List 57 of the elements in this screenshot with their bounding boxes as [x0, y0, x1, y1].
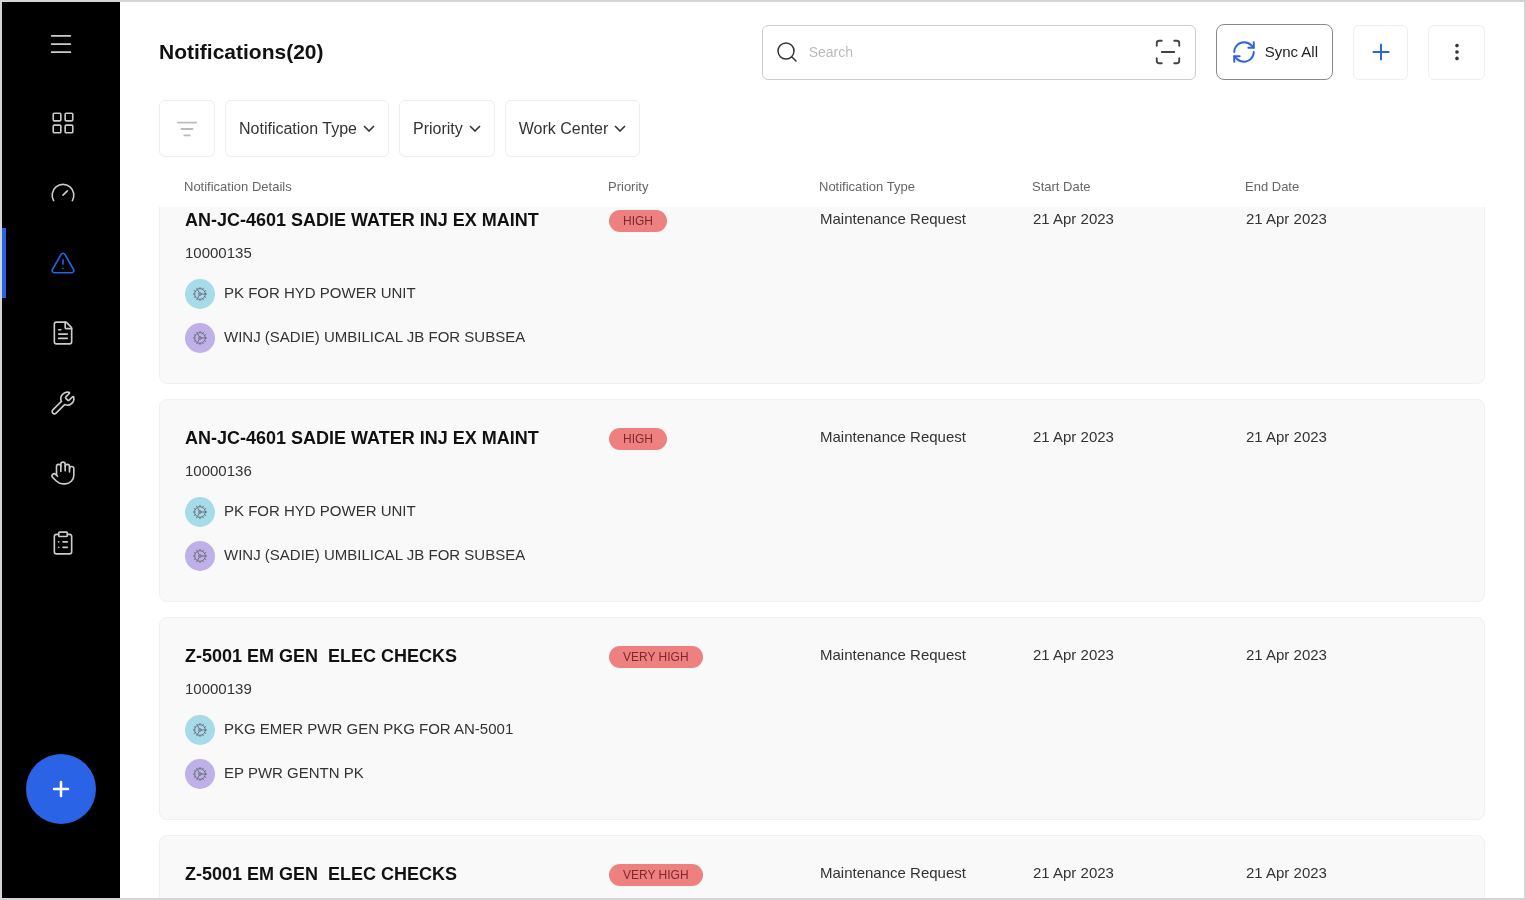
- filter-label: Priority: [413, 118, 463, 139]
- priority-badge: VERY HIGH: [609, 646, 703, 668]
- start-date: 21 Apr 2023: [1033, 209, 1115, 229]
- sync-icon: [1230, 39, 1257, 65]
- search-icon: [774, 40, 799, 64]
- notification-title: AN-JC-4601 SADIE WATER INJ EX MAINT: [185, 209, 539, 232]
- priority-badge: HIGH: [609, 428, 667, 450]
- filter-label: Notification Type: [239, 118, 357, 139]
- notification-number: 10000136: [185, 461, 252, 481]
- page-title: Notifications(20): [159, 39, 325, 66]
- search-input[interactable]: Search: [808, 41, 1143, 63]
- hand-icon: [50, 460, 76, 486]
- notification-card[interactable]: AN-JC-4601 SADIE WATER INJ EX MAINT 10000135 PK FOR HYD POWER UNIT WINJ (SADIE) UMBILICAL JB FOR SUBSEA HIGH Maintenance Request 21 Apr 2023 21 Apr 2023: [159, 207, 1485, 384]
- notification-card[interactable]: Z-5001 EM GEN ELEC CHECKS 10000139 PKG EMER PWR GEN PKG FOR AN-5001 EP PWR GENTN PK VERY HIGH Maintenance Request 21 Apr 2023 21 Apr 2023: [159, 617, 1485, 820]
- priority-badge: HIGH: [609, 210, 667, 232]
- notification-title: Z-5001 EM GEN ELEC CHECKS: [185, 645, 458, 668]
- column-header: Start Date: [1032, 178, 1092, 196]
- equipment-name: PK FOR HYD POWER UNIT: [224, 283, 416, 304]
- notification-type: Maintenance Request: [820, 645, 967, 665]
- equipment-name: EP PWR GENTN PK: [224, 763, 364, 784]
- end-date: 21 Apr 2023: [1246, 209, 1328, 229]
- notification-type: Maintenance Request: [820, 209, 967, 229]
- equipment-name: PKG EMER PWR GEN PKG FOR AN-5001: [224, 719, 514, 740]
- equipment-name: WINJ (SADIE) UMBILICAL JB FOR SUBSEA: [224, 545, 526, 566]
- column-header: Notification Details: [184, 178, 293, 196]
- notification-card[interactable]: AN-JC-4601 SADIE WATER INJ EX MAINT 10000136 PK FOR HYD POWER UNIT WINJ (SADIE) UMBILICAL JB FOR SUBSEA HIGH Maintenance Request 21 Apr 2023 21 Apr 2023: [159, 399, 1485, 602]
- chevron-icon: [614, 125, 627, 132]
- start-date: 21 Apr 2023: [1033, 863, 1115, 883]
- notification-title: AN-JC-4601 SADIE WATER INJ EX MAINT: [185, 427, 539, 450]
- sync-button[interactable]: Sync All: [1215, 24, 1333, 80]
- grid-icon: [50, 110, 76, 136]
- notification-number: 10000139: [185, 679, 252, 699]
- notification-type: Maintenance Request: [820, 863, 967, 883]
- equipment-name: PK FOR HYD POWER UNIT: [224, 501, 416, 522]
- notification-number: 10000135: [185, 243, 252, 263]
- equipment-name: WINJ (SADIE) UMBILICAL JB FOR SUBSEA: [224, 327, 526, 348]
- start-date: 21 Apr 2023: [1033, 427, 1115, 447]
- notification-card[interactable]: Z-5001 EM GEN ELEC CHECKS VERY HIGH Maintenance Request 21 Apr 2023 21 Apr 2023: [159, 835, 1485, 898]
- wrench-icon: [50, 390, 76, 416]
- priority-badge: VERY HIGH: [609, 864, 703, 886]
- notification-type: Maintenance Request: [820, 427, 967, 447]
- column-header: Priority: [608, 178, 650, 196]
- start-date: 21 Apr 2023: [1033, 645, 1115, 665]
- end-date: 21 Apr 2023: [1246, 645, 1328, 665]
- filter-dropdown[interactable]: Work Center: [504, 100, 641, 157]
- notification-title: Z-5001 EM GEN ELEC CHECKS: [185, 863, 458, 886]
- chevron-icon: [363, 125, 375, 132]
- end-date: 21 Apr 2023: [1246, 863, 1328, 883]
- filter-dropdown[interactable]: Priority: [399, 100, 495, 157]
- filter-label: Work Center: [518, 118, 609, 139]
- chevron-icon: [468, 125, 481, 132]
- search-field[interactable]: Search: [761, 24, 1196, 80]
- column-header: End Date: [1245, 178, 1301, 196]
- filter-dropdown[interactable]: Notification Type: [225, 100, 389, 157]
- warning-icon: [50, 250, 76, 276]
- end-date: 21 Apr 2023: [1246, 427, 1328, 447]
- column-header: Notification Type: [819, 178, 916, 196]
